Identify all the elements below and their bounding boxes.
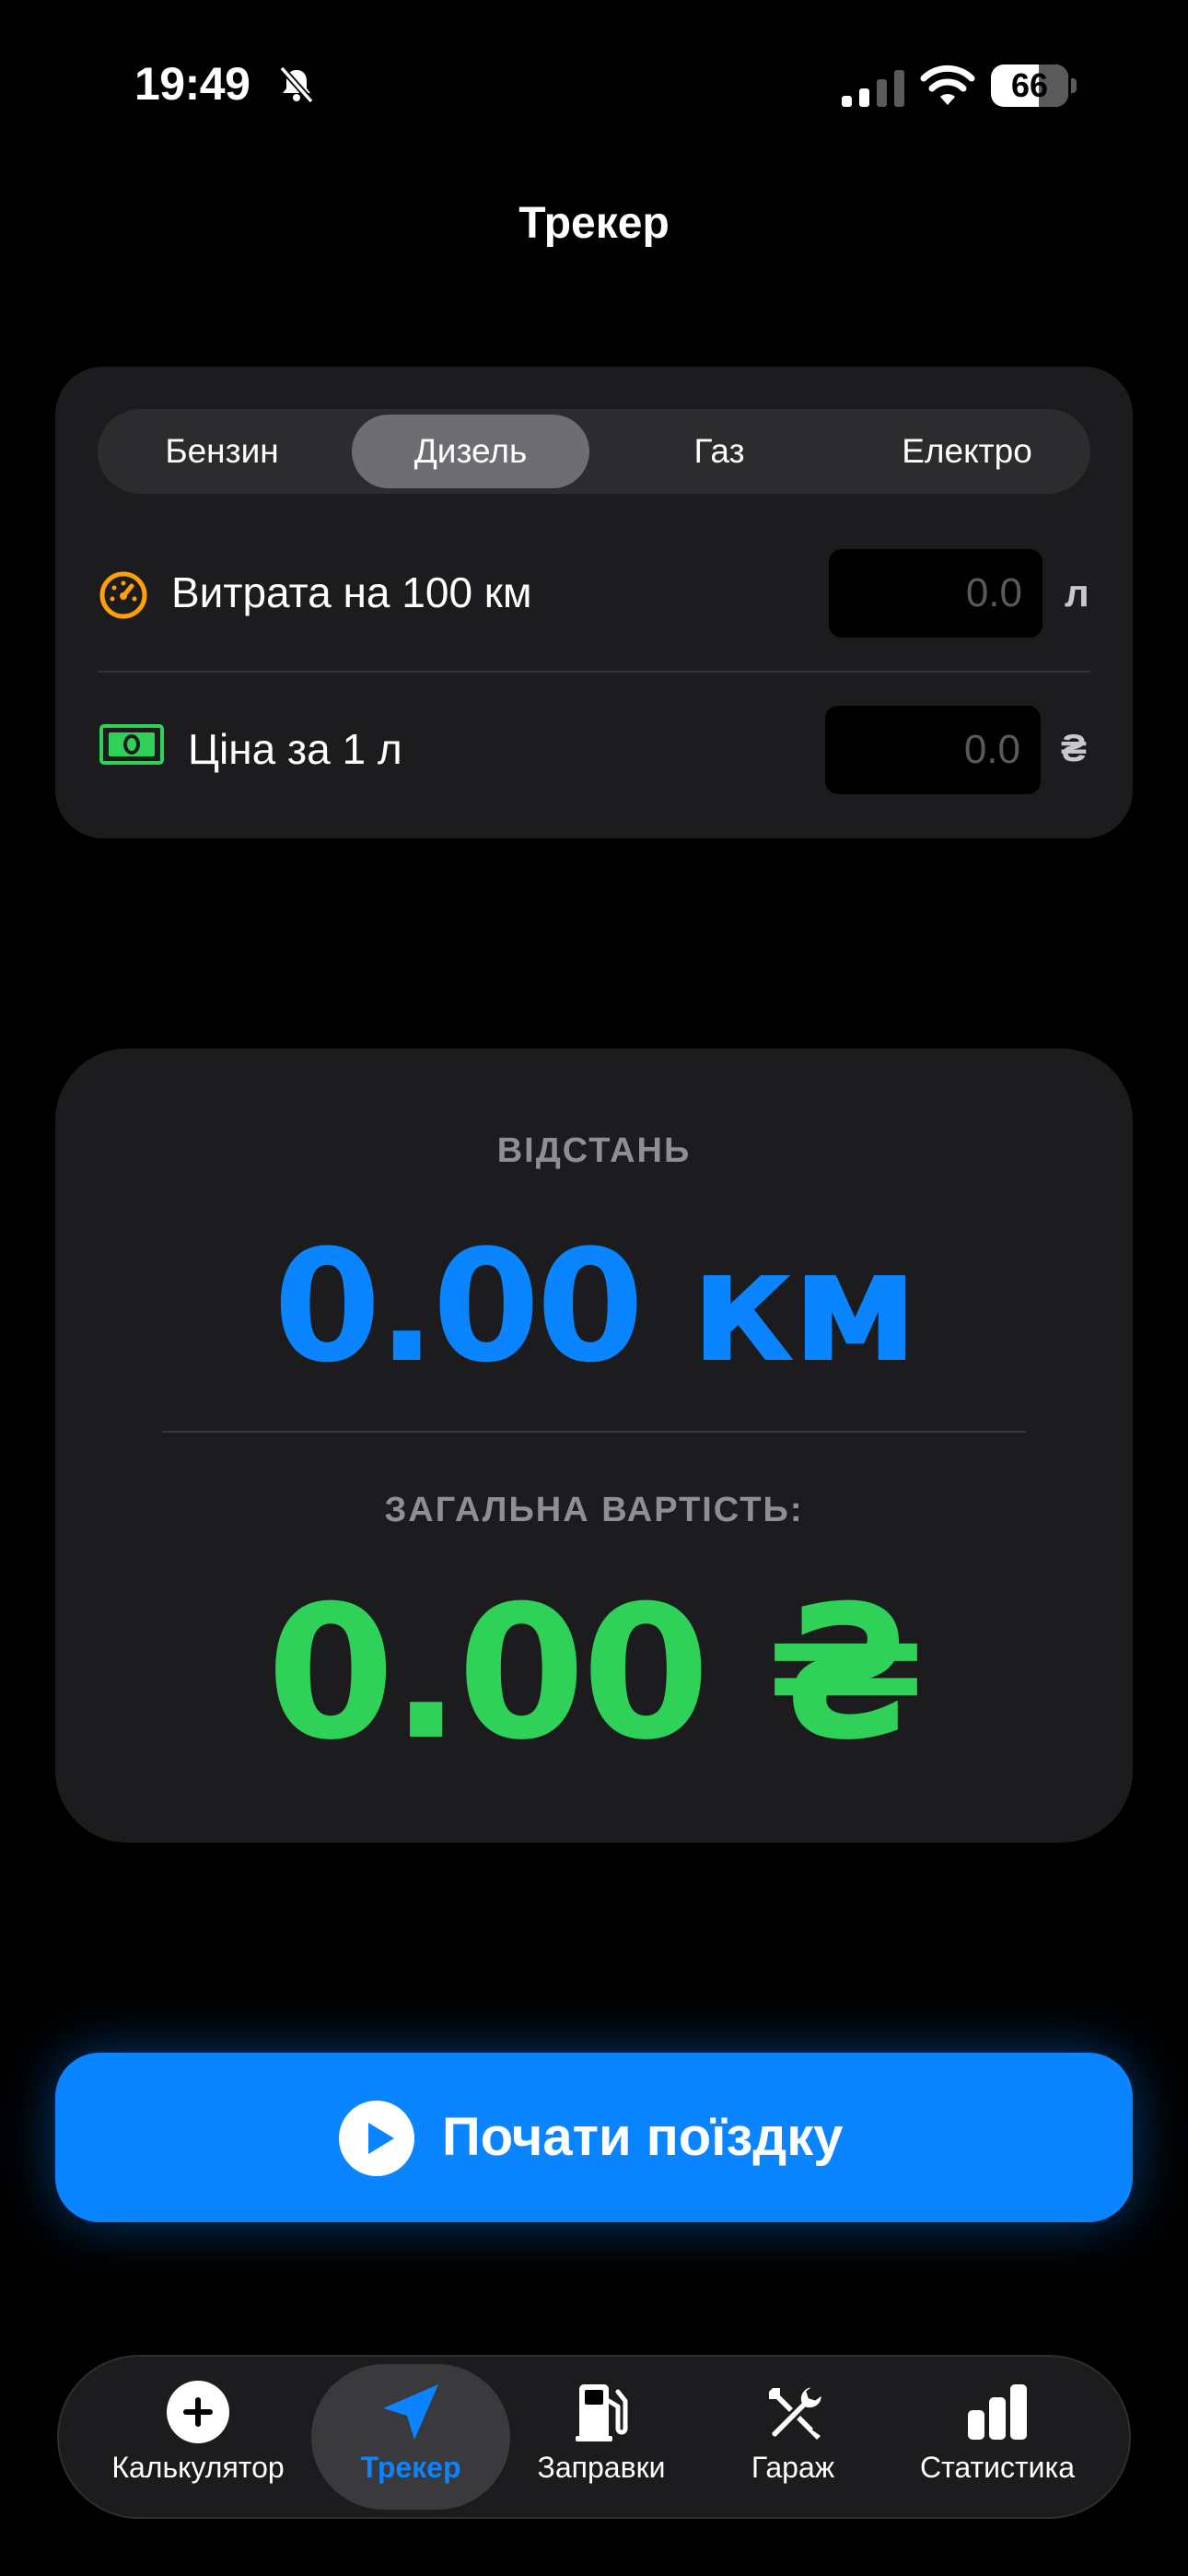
start-trip-label: Почати поїздку	[442, 2107, 844, 2167]
battery-percent: 66	[1010, 66, 1049, 104]
status-time: 19:49	[134, 58, 250, 110]
price-label: Ціна за 1 л	[188, 725, 402, 773]
distance-label: ВІДСТАНЬ	[496, 1131, 692, 1170]
total-cost-value: 0.00 ₴	[266, 1566, 926, 1781]
plus-circle-icon	[167, 2381, 229, 2443]
consumption-unit: л	[1065, 571, 1089, 615]
cellular-signal-icon	[842, 70, 904, 107]
fuel-type-segmented-control: Бензин Дизель Газ Електро	[98, 409, 1090, 494]
fuel-pump-icon	[576, 2384, 628, 2441]
price-input[interactable]: 0.0	[825, 706, 1041, 794]
tab-calculator-label: Калькулятор	[111, 2451, 285, 2484]
tab-fuel-stations[interactable]: Заправки	[516, 2379, 687, 2485]
bar-chart-icon	[968, 2384, 1027, 2440]
battery-indicator: 66	[991, 64, 1077, 109]
fuel-tab-gas[interactable]: Газ	[595, 409, 844, 494]
stats-divider	[162, 1431, 1026, 1433]
fuel-tab-diesel[interactable]: Дизель	[352, 415, 589, 488]
play-circle-icon	[339, 2101, 414, 2176]
total-cost-label: ЗАГАЛЬНА ВАРТІСТЬ:	[384, 1491, 804, 1529]
consumption-input[interactable]: 0.0	[829, 549, 1042, 638]
tab-tracker[interactable]: Трекер	[319, 2379, 503, 2485]
tab-statistics-label: Статистика	[919, 2451, 1076, 2484]
location-arrow-icon	[383, 2384, 438, 2440]
wifi-icon	[920, 64, 975, 105]
banknote-icon	[99, 724, 164, 765]
consumption-label: Витрата на 100 км	[171, 568, 532, 616]
silent-bell-icon	[279, 65, 314, 104]
tab-calculator[interactable]: Калькулятор	[101, 2379, 295, 2485]
tab-tracker-label: Трекер	[360, 2451, 461, 2484]
speedometer-icon	[99, 571, 147, 619]
wrench-screwdriver-icon	[769, 2384, 824, 2440]
row-divider	[98, 671, 1090, 673]
tab-fuel-stations-label: Заправки	[537, 2451, 666, 2484]
fuel-tab-petrol[interactable]: Бензин	[98, 409, 346, 494]
tab-garage-label: Гараж	[751, 2451, 835, 2484]
page-title: Трекер	[518, 199, 670, 248]
fuel-tab-electric[interactable]: Електро	[844, 409, 1090, 494]
price-currency: ₴	[1061, 726, 1088, 769]
distance-value: 0.00 км	[273, 1216, 918, 1397]
tab-garage[interactable]: Гараж	[704, 2379, 882, 2485]
tab-statistics[interactable]: Статистика	[901, 2379, 1094, 2485]
